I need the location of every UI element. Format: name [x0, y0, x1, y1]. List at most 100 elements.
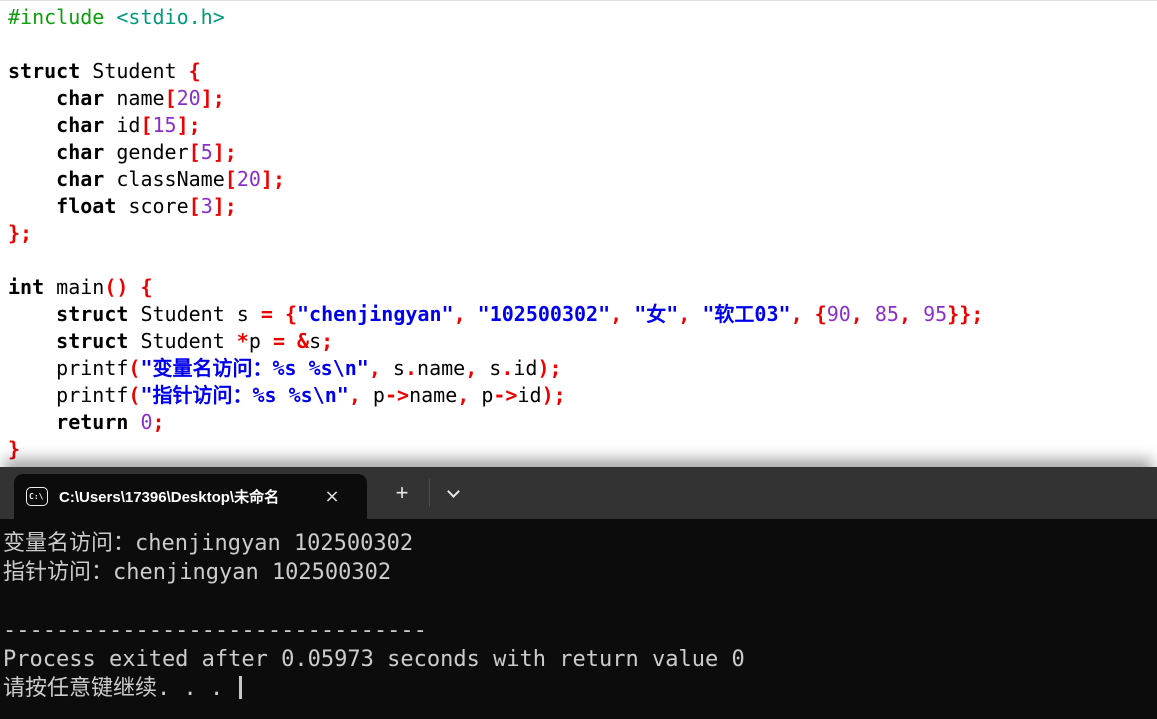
code-token: (: [128, 356, 141, 380]
code-line: };: [8, 220, 1157, 247]
code-token: [: [140, 113, 153, 137]
terminal-cursor: [239, 676, 243, 699]
code-token: 3: [200, 194, 213, 218]
code-token: p: [360, 383, 385, 407]
tab-close-button[interactable]: ×: [319, 484, 345, 510]
code-token: {: [814, 302, 827, 326]
code-line: }: [8, 436, 1157, 463]
code-token: s: [380, 356, 405, 380]
code-token: Student: [128, 329, 237, 353]
code-token: printf: [8, 356, 129, 380]
code-token: float: [56, 194, 117, 218]
code-token: }: [8, 437, 21, 461]
code-token: score: [116, 194, 189, 218]
code-token: [: [188, 140, 201, 164]
code-line: char className[20];: [8, 166, 1157, 193]
code-line: return 0;: [8, 409, 1157, 436]
code-token: [: [164, 86, 177, 110]
code-token: ->: [493, 383, 518, 407]
code-token: char: [56, 167, 105, 191]
chevron-down-icon: [447, 485, 460, 498]
code-line: struct Student s = {"chenjingyan", "1025…: [8, 301, 1157, 328]
code-token: );: [537, 356, 562, 380]
terminal-tab[interactable]: C:\ C:\Users\17396\Desktop\未命名 ×: [14, 474, 367, 519]
cmd-icon: C:\: [26, 487, 48, 506]
code-editor[interactable]: #include <stdio.h> struct Student { char…: [0, 0, 1157, 467]
code-token: ];: [200, 86, 225, 110]
code-token: char: [56, 140, 105, 164]
code-token: "chenjingyan": [297, 302, 454, 326]
code-line: char gender[5];: [8, 139, 1157, 166]
terminal-line: 请按任意键继续. . .: [3, 674, 1157, 703]
code-token: ];: [260, 167, 285, 191]
plus-icon: +: [395, 480, 409, 505]
code-token: [: [188, 194, 201, 218]
code-token: {: [140, 275, 153, 299]
code-token: .: [501, 356, 514, 380]
code-token: id: [104, 113, 141, 137]
code-token: =: [272, 329, 285, 353]
code-token: "女": [634, 302, 679, 326]
code-line: float score[3];: [8, 193, 1157, 220]
close-icon: ×: [324, 485, 340, 507]
code-line: #include <stdio.h>: [8, 4, 1157, 31]
code-token: 20: [236, 167, 261, 191]
terminal-line: 变量名访问：chenjingyan 102500302: [3, 531, 414, 556]
code-line: char id[15];: [8, 112, 1157, 139]
code-token: id: [517, 383, 542, 407]
code-token: 85: [874, 302, 899, 326]
code-token: printf: [8, 383, 129, 407]
code-token: name: [409, 383, 458, 407]
code-token: id: [513, 356, 538, 380]
code-token: {: [188, 59, 201, 83]
code-token: char: [56, 113, 105, 137]
tab-dropdown-button[interactable]: [440, 478, 470, 508]
code-token: Student s: [128, 302, 261, 326]
new-tab-button[interactable]: +: [387, 478, 417, 508]
code-token: <stdio.h>: [116, 5, 225, 29]
code-token: main: [44, 275, 105, 299]
code-token: return: [56, 410, 129, 434]
code-token: "指针访问：%s %s\n": [140, 383, 349, 407]
code-token: ,: [610, 302, 623, 326]
code-token: ,: [898, 302, 912, 326]
terminal-line: Process exited after 0.05973 seconds wit…: [3, 647, 745, 672]
code-token: );: [541, 383, 566, 407]
code-token: 5: [200, 140, 213, 164]
code-token: char: [56, 86, 105, 110]
code-token: ,: [368, 356, 381, 380]
code-token: {: [284, 302, 298, 326]
code-token: ,: [453, 302, 466, 326]
code-line: char name[20];: [8, 85, 1157, 112]
code-token: =: [260, 302, 273, 326]
code-token: p: [469, 383, 494, 407]
code-token: Student: [80, 59, 189, 83]
code-token: s: [477, 356, 502, 380]
code-token: ,: [678, 302, 691, 326]
code-token: ];: [212, 194, 237, 218]
code-token: &: [297, 329, 310, 353]
code-token: struct: [8, 59, 81, 83]
code-token: int: [8, 275, 45, 299]
code-token: 90: [826, 302, 851, 326]
code-token: "102500302": [477, 302, 611, 326]
code-token: className: [104, 167, 225, 191]
code-token: 95: [923, 302, 948, 326]
terminal-line: --------------------------------: [3, 618, 427, 643]
cmd-icon-text: C:\: [29, 492, 44, 501]
terminal-output[interactable]: 变量名访问：chenjingyan 102500302 指针访问：chenjing…: [0, 519, 1157, 719]
code-token: #include: [8, 5, 117, 29]
code-line: struct Student {: [8, 58, 1157, 85]
code-token: *: [236, 329, 249, 353]
